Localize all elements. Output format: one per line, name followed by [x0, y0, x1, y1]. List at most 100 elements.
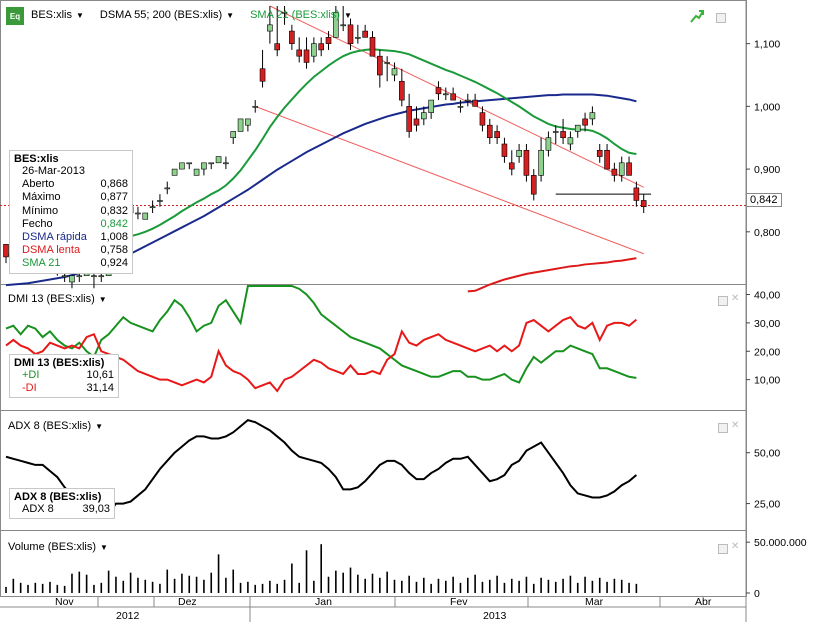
candle-body	[91, 275, 97, 278]
candle-body	[193, 168, 200, 176]
price-tick-label: 1,000	[754, 101, 780, 113]
candle-body	[618, 162, 625, 176]
adx-header-label[interactable]: ADX 8 (BES:xlis)	[8, 420, 91, 432]
candle-body	[611, 168, 618, 176]
dsma-label[interactable]: DSMA 55; 200 (BES:xlis)	[100, 9, 222, 21]
sma-dropdown-icon[interactable]: ▼	[344, 11, 352, 20]
month-label: Fev	[450, 596, 468, 608]
candle-body	[369, 37, 376, 57]
symbol-dropdown-icon[interactable]: ▼	[76, 11, 84, 20]
main-panel-header: BES:xlis ▼ DSMA 55; 200 (BES:xlis) ▼ SMA…	[31, 9, 352, 21]
chart-canvas: 1,100 1,000 0,900 0,800 40,00 30,00 20,00 10,00…	[0, 0, 807, 622]
dmi-maximize-icon[interactable]	[718, 296, 728, 306]
candle-body	[391, 68, 398, 76]
info-row-dsma-slow: DSMA lenta 0,758	[22, 244, 128, 257]
candle-body	[179, 162, 185, 170]
candle-body	[538, 149, 544, 176]
x-axis: Nov Dez Jan Fev Mar Abr 2012 2013	[0, 596, 746, 622]
dsma-slow-line	[467, 257, 637, 293]
dmi-info-title: DMI 13 (BES:xlis)	[14, 357, 105, 369]
candle-body	[157, 200, 163, 202]
adx-value-row: ADX 8 39,03	[22, 503, 110, 515]
month-label: Mar	[585, 596, 604, 608]
trend-icon[interactable]	[690, 9, 704, 23]
volume-header-label[interactable]: Volume (BES:xlis)	[8, 541, 96, 553]
candle-body	[311, 43, 317, 57]
candle-body	[596, 149, 603, 157]
adx-tick-label: 25,00	[754, 499, 780, 511]
candle-body	[435, 87, 442, 95]
candle-body	[450, 93, 456, 101]
main-panel-maximize-icon[interactable]	[716, 13, 726, 23]
candle-body	[494, 131, 500, 139]
dmi-panel-header: DMI 13 (BES:xlis) ▼	[8, 293, 107, 305]
adx-plot: 50,00 25,00	[5, 419, 780, 515]
candle-body	[61, 275, 68, 278]
candle-body	[604, 149, 610, 170]
candle-body	[406, 106, 412, 132]
dmi-dropdown-icon[interactable]: ▼	[99, 295, 107, 304]
volume-dropdown-icon[interactable]: ▼	[100, 543, 108, 552]
candle-body	[76, 275, 83, 278]
candle-body	[296, 49, 303, 57]
candle-body	[574, 124, 581, 132]
candle-body	[428, 99, 434, 113]
price-tick-label: 0,800	[754, 227, 780, 239]
sma-label[interactable]: SMA 21 (BES:xlis)	[250, 9, 340, 21]
candle-body	[142, 212, 149, 220]
candle-body	[552, 131, 559, 133]
dmi-close-icon[interactable]: ✕	[731, 293, 739, 304]
panel-frame-3	[0, 530, 747, 597]
candle-body	[171, 168, 178, 176]
candle-body	[215, 156, 222, 164]
candle-body	[633, 187, 640, 201]
price-tick-label: 0,900	[754, 164, 780, 176]
candle-body	[164, 187, 171, 190]
candle-body	[413, 118, 420, 126]
symbol-label[interactable]: BES:xlis	[31, 9, 72, 21]
candle-body	[464, 99, 471, 102]
adx-close-icon[interactable]: ✕	[731, 420, 739, 431]
candle-body	[69, 275, 75, 283]
candle-body	[325, 37, 332, 44]
candle-body	[545, 137, 552, 151]
candle-body	[98, 275, 105, 278]
volume-maximize-icon[interactable]	[718, 544, 728, 554]
candle-body	[560, 131, 566, 139]
candle-body	[223, 162, 229, 165]
candle-body	[479, 112, 486, 126]
candle-body	[267, 24, 273, 32]
volume-close-icon[interactable]: ✕	[731, 541, 739, 552]
candle-body	[501, 143, 508, 157]
candle-body	[245, 118, 251, 126]
candle-body	[289, 30, 295, 44]
month-label: Nov	[55, 596, 74, 608]
candle-body	[237, 118, 244, 132]
dmi-tick-label: 40,00	[754, 290, 780, 302]
month-label: Jan	[315, 596, 332, 608]
adx-maximize-icon[interactable]	[718, 423, 728, 433]
price-tick-label: 1,100	[754, 39, 780, 51]
dmi-plot: 40,00 30,00 20,00 10,00	[5, 285, 780, 393]
volume-plot: 50.000.000 0	[5, 537, 807, 600]
candle-body	[457, 106, 464, 108]
equity-logo[interactable]: Eq	[6, 7, 24, 25]
dmi-plus-row: +DI 10,61	[22, 369, 114, 381]
candle-body	[318, 43, 324, 51]
price-info-box: BES:xlis 26-Mar-2013 Aberto 0,868 Máximo 0…	[9, 150, 133, 274]
candle-body	[421, 112, 427, 120]
candle-body	[486, 124, 493, 139]
volume-panel-header: Volume (BES:xlis) ▼	[8, 541, 108, 553]
candle-body	[626, 162, 632, 176]
dmi-tick-label: 10,00	[754, 375, 780, 387]
adx-dropdown-icon[interactable]: ▼	[95, 422, 103, 431]
candle-body	[508, 162, 515, 170]
dmi-header-label[interactable]: DMI 13 (BES:xlis)	[8, 293, 95, 305]
info-row-open: Aberto 0,868	[22, 178, 128, 191]
candle-body	[347, 24, 354, 44]
candle-body	[340, 24, 346, 27]
candle-body	[230, 131, 237, 139]
info-date: 26-Mar-2013	[22, 165, 85, 177]
dsma-dropdown-icon[interactable]: ▼	[226, 11, 234, 20]
info-row-low: Mínimo 0,832	[22, 204, 128, 217]
